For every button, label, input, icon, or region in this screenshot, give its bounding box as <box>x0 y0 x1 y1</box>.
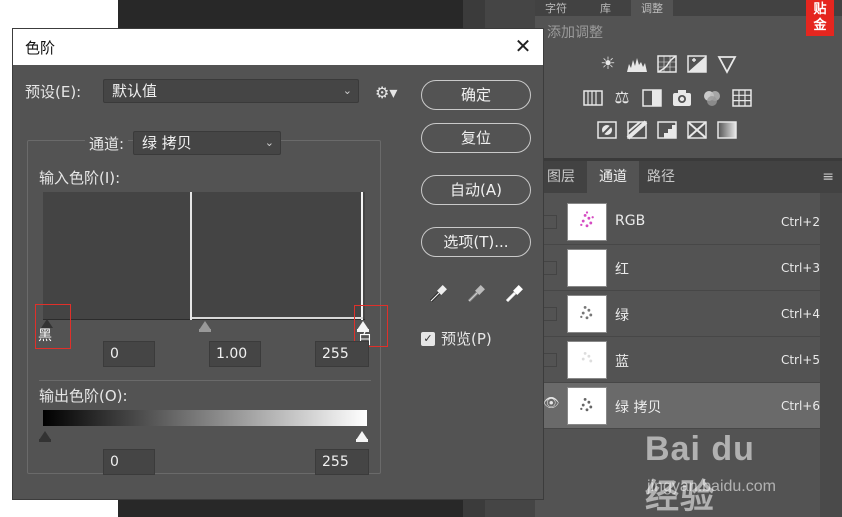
channel-row-red[interactable]: 红 Ctrl+3 <box>535 245 820 291</box>
channel-thumbnail <box>567 249 607 287</box>
vibrance-icon[interactable] <box>716 54 738 74</box>
histogram <box>43 192 365 320</box>
exposure-icon[interactable] <box>686 54 708 74</box>
color-lookup-icon[interactable] <box>731 88 753 108</box>
threshold-icon[interactable] <box>656 120 678 140</box>
options-button[interactable]: 选项(T)... <box>421 227 531 257</box>
ok-button[interactable]: 确定 <box>421 80 531 110</box>
channel-name: 蓝 <box>615 354 629 370</box>
preview-label: 预览(P) <box>441 330 492 348</box>
chevron-down-icon: ⌄ <box>342 84 352 97</box>
brightness-icon[interactable]: ☀ <box>597 54 619 74</box>
preset-value: 默认值 <box>112 82 158 100</box>
output-levels-label: 输出色阶(O): <box>39 387 128 405</box>
preset-label: 预设(E): <box>25 83 82 101</box>
channel-name: 红 <box>615 262 629 278</box>
gradient-map-icon[interactable] <box>716 120 738 140</box>
channel-name: 绿 拷贝 <box>615 400 662 416</box>
levels-icon[interactable] <box>626 54 648 74</box>
channel-thumbnail <box>567 203 607 241</box>
channel-name: 绿 <box>615 308 629 324</box>
channel-row-green[interactable]: 绿 Ctrl+4 <box>535 291 820 337</box>
channel-thumbnail <box>567 387 607 425</box>
tab-paths[interactable]: 路径 <box>635 161 687 193</box>
watermark-url: jingyan.baidu.com <box>647 478 776 495</box>
baidu-watermark: Bai du 经验 jingyan.baidu.com <box>645 430 795 516</box>
channels-tab-bar: 图层 通道 路径 ≡ <box>535 161 842 193</box>
channel-label: 通道: <box>85 133 129 154</box>
chevron-down-icon: ⌄ <box>264 136 274 149</box>
black-white-icon[interactable] <box>641 88 663 108</box>
curves-icon[interactable] <box>656 54 678 74</box>
gear-icon[interactable]: ⚙▾ <box>375 83 397 102</box>
channel-name: RGB <box>615 213 646 229</box>
posterize-icon[interactable] <box>626 120 648 140</box>
output-black-slider-base <box>39 439 51 442</box>
channel-row-blue[interactable]: 蓝 Ctrl+5 <box>535 337 820 383</box>
channel-select[interactable]: 绿 拷贝 ⌄ <box>133 131 281 155</box>
gray-eyedropper-icon[interactable] <box>465 283 487 305</box>
channel-row-green-copy[interactable]: 👁 绿 拷贝 Ctrl+6 <box>535 383 820 429</box>
levels-dialog: 色阶 ✕ 预设(E): 默认值 ⌄ ⚙▾ 确定 复位 自动(A) 选项(T)..… <box>12 28 544 500</box>
auto-button[interactable]: 自动(A) <box>421 175 531 205</box>
histogram-peak-left <box>190 192 192 320</box>
channel-shortcut: Ctrl+3 <box>780 261 820 275</box>
black-eyedropper-icon[interactable] <box>427 283 449 305</box>
hue-saturation-icon[interactable] <box>582 88 604 108</box>
adjustments-title: 添加调整 <box>547 25 603 41</box>
channel-row-rgb[interactable]: RGB Ctrl+2 <box>535 199 820 245</box>
channel-shortcut: Ctrl+6 <box>780 399 820 413</box>
channel-shortcut: Ctrl+4 <box>780 307 820 321</box>
histogram-peak-right <box>361 192 363 320</box>
white-eyedropper-icon[interactable] <box>503 283 525 305</box>
sticker-badge[interactable]: 贴金 <box>806 0 834 36</box>
channel-thumbnail <box>567 341 607 379</box>
adjustments-tab-bar: 字符 库 调整 <box>535 0 842 16</box>
input-levels-label: 输入色阶(I): <box>39 169 121 187</box>
channel-shortcut: Ctrl+5 <box>780 353 820 367</box>
tab-library[interactable]: 库 <box>590 0 621 16</box>
photo-filter-icon[interactable] <box>671 88 693 108</box>
channel-mixer-icon[interactable] <box>701 88 723 108</box>
tab-character[interactable]: 字符 <box>535 0 577 16</box>
tab-adjustments[interactable]: 调整 <box>631 0 673 16</box>
channel-thumbnail <box>567 295 607 333</box>
output-black-field[interactable]: 0 <box>103 449 155 475</box>
input-gamma-field[interactable]: 1.00 <box>209 341 261 367</box>
panel-menu-icon[interactable]: ≡ <box>822 169 834 185</box>
eye-icon[interactable]: 👁 <box>543 396 560 411</box>
output-white-field[interactable]: 255 <box>315 449 369 475</box>
channels-scrollbar[interactable] <box>820 193 842 517</box>
dialog-title: 色阶 <box>25 39 56 57</box>
dialog-titlebar[interactable]: 色阶 ✕ <box>13 29 543 65</box>
visibility-toggle[interactable] <box>543 353 557 367</box>
preset-select[interactable]: 默认值 ⌄ <box>103 79 359 103</box>
input-black-field[interactable]: 0 <box>103 341 155 367</box>
preview-checkbox[interactable]: ✓ <box>421 332 435 346</box>
output-white-slider-base <box>356 439 368 442</box>
invert-icon[interactable] <box>596 120 618 140</box>
color-balance-icon[interactable]: ⚖ <box>611 88 633 108</box>
visibility-toggle[interactable] <box>543 215 557 229</box>
input-gamma-slider-base <box>199 329 211 332</box>
selective-color-icon[interactable] <box>686 120 708 140</box>
section-divider <box>39 380 371 381</box>
channel-value: 绿 拷贝 <box>142 134 192 152</box>
channel-shortcut: Ctrl+2 <box>780 215 820 229</box>
histogram-base <box>192 317 363 319</box>
reset-button[interactable]: 复位 <box>421 123 531 153</box>
annotation-label-black: 黑 <box>38 328 52 344</box>
close-icon[interactable]: ✕ <box>511 34 535 58</box>
input-white-field[interactable]: 255 <box>315 341 369 367</box>
tab-channels[interactable]: 通道 <box>587 161 639 193</box>
visibility-toggle[interactable] <box>543 261 557 275</box>
watermark-brand: Bai du 经验 <box>645 430 755 516</box>
visibility-toggle[interactable] <box>543 307 557 321</box>
output-gradient-bar <box>43 410 367 426</box>
